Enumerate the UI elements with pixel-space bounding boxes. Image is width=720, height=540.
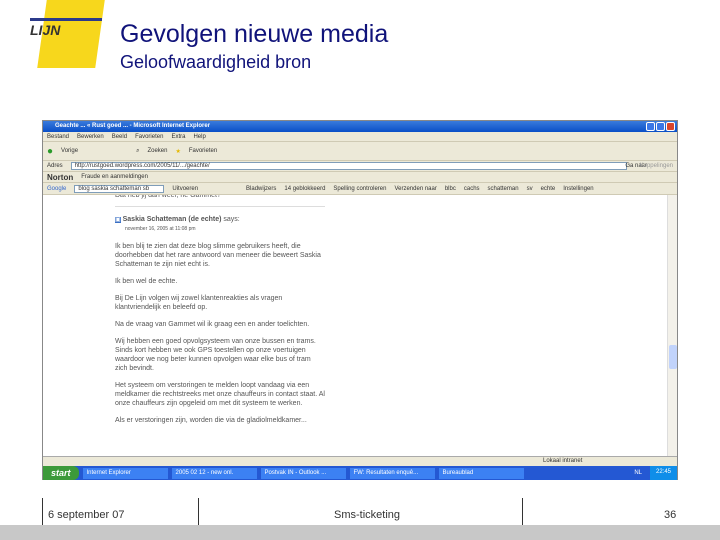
back-icon: ● — [47, 145, 54, 157]
close-button[interactable] — [666, 122, 675, 131]
language-indicator[interactable]: NL — [634, 470, 642, 476]
comment-paragraph: Als er verstoringen zijn, worden die via… — [115, 417, 307, 424]
google-blocked[interactable]: 14 geblokkeerd — [284, 186, 325, 192]
comment-date[interactable]: november 16, 2005 at 11:08 pm — [115, 225, 325, 234]
menu-edit[interactable]: Bewerken — [77, 134, 104, 140]
menu-help[interactable]: Help — [193, 134, 205, 140]
norton-fraud-button[interactable]: Fraude en aanmeldingen — [81, 174, 148, 180]
comment-paragraph: Na de vraag van Gammet wil ik graag een … — [115, 321, 310, 328]
menu-tools[interactable]: Extra — [171, 134, 185, 140]
norton-label: Norton — [47, 172, 74, 182]
taskbar: start Internet Explorer 2005 02 12 - new… — [43, 466, 677, 480]
blog-comment: Dat heb jij dan weer, he Gammet? ▣ Saski… — [115, 195, 325, 433]
window-title: Geachte ... « Rust goed ... - Microsoft … — [55, 123, 211, 129]
comment-paragraph: Ik ben wel de echte. — [115, 278, 178, 285]
menu-view[interactable]: Beeld — [112, 134, 127, 140]
favorites-button[interactable]: Favorieten — [189, 148, 217, 154]
footer-divider — [42, 498, 43, 525]
google-highlight-4[interactable]: sv — [527, 186, 533, 192]
google-highlight-2[interactable]: cachs — [464, 186, 480, 192]
footer-title: Sms-ticketing — [334, 509, 401, 521]
says-label: says: — [223, 216, 240, 223]
norton-toolbar: Norton Fraude en aanmeldingen — [43, 172, 677, 183]
comment-paragraph: Ik ben blij te zien dat deze blog slimme… — [115, 243, 321, 268]
search-icon: ⌕ — [136, 147, 140, 154]
previous-comment-line: Dat heb jij dan weer, he Gammet? — [115, 195, 325, 207]
avatar-icon: ▣ — [115, 217, 121, 223]
page-content: Dat heb jij dan weer, he Gammet? ▣ Saski… — [43, 195, 669, 456]
address-bar: Adres http://rustgoed.wordpress.com/2005… — [43, 161, 677, 172]
footer-divider — [198, 498, 199, 525]
google-highlight-5[interactable]: echte — [541, 186, 556, 192]
comment-paragraph: Bij De Lijn volgen wij zowel klantenreak… — [115, 295, 283, 311]
status-bar: Lokaal intranet — [43, 456, 677, 466]
comment-paragraph: Het systeem om verstoringen te melden lo… — [115, 382, 325, 407]
start-button[interactable]: start — [43, 466, 79, 480]
menu-favorites[interactable]: Favorieten — [135, 134, 163, 140]
menu-bar: Bestand Bewerken Beeld Favorieten Extra Help — [43, 132, 677, 142]
maximize-button[interactable] — [656, 122, 665, 131]
taskbar-item[interactable]: Postvak IN - Outlook ... — [260, 467, 346, 479]
clock: 22:45 — [649, 466, 677, 480]
taskbar-item[interactable]: FW: Resultaten enquê... — [349, 467, 435, 479]
minimize-button[interactable] — [646, 122, 655, 131]
google-highlight-1[interactable]: blbc — [445, 186, 456, 192]
bottom-bar — [0, 525, 720, 540]
comment-author[interactable]: Saskia Schatteman (de echte) — [123, 216, 222, 223]
browser-screenshot: Geachte ... « Rust goed ... - Microsoft … — [42, 120, 678, 480]
vertical-scrollbar[interactable] — [667, 195, 677, 456]
star-icon: ★ — [175, 148, 181, 155]
google-bookmarks[interactable]: Bladwijzers — [246, 186, 276, 192]
scrollbar-thumb[interactable] — [669, 345, 677, 369]
footer-date: 6 september 07 — [48, 509, 125, 521]
slide-title: Gevolgen nieuwe media — [120, 20, 389, 48]
google-toolbar: Google blog saskia schatteman sb Uitvoer… — [43, 183, 677, 195]
footer-divider — [522, 498, 523, 525]
back-button[interactable]: Vorige — [61, 148, 78, 154]
address-label: Adres — [47, 163, 63, 169]
menu-file[interactable]: Bestand — [47, 134, 69, 140]
comment-paragraph: Wij hebben een goed opvolgsysteem van on… — [115, 338, 316, 372]
google-spellcheck[interactable]: Spelling controleren — [333, 186, 386, 192]
google-settings[interactable]: Instellingen — [563, 186, 593, 192]
google-send-to[interactable]: Verzenden naar — [394, 186, 436, 192]
links-button[interactable]: Koppelingen — [640, 163, 673, 169]
window-title-bar: Geachte ... « Rust goed ... - Microsoft … — [43, 121, 677, 132]
google-label: Google — [47, 185, 67, 192]
google-highlight-3[interactable]: schatteman — [488, 186, 519, 192]
google-search-input[interactable]: blog saskia schatteman sb — [74, 184, 165, 193]
toolbar: ● Vorige ⌕ Zoeken ★ Favorieten — [43, 142, 677, 161]
search-button[interactable]: Zoeken — [147, 148, 167, 154]
page-number: 36 — [664, 509, 677, 521]
taskbar-item[interactable]: Internet Explorer — [82, 467, 168, 479]
status-zone: Lokaal intranet — [543, 458, 583, 464]
address-input[interactable]: http://rustgoed.wordpress.com/2005/11/..… — [70, 162, 627, 170]
taskbar-item[interactable]: 2005 02 12 - new onl. — [171, 467, 257, 479]
slide-subtitle: Geloofwaardigheid bron — [120, 52, 312, 72]
taskbar-item[interactable]: Bureaublad — [438, 467, 524, 479]
google-run[interactable]: Uitvoeren — [172, 186, 198, 192]
logo-text: LIJN — [30, 22, 61, 38]
